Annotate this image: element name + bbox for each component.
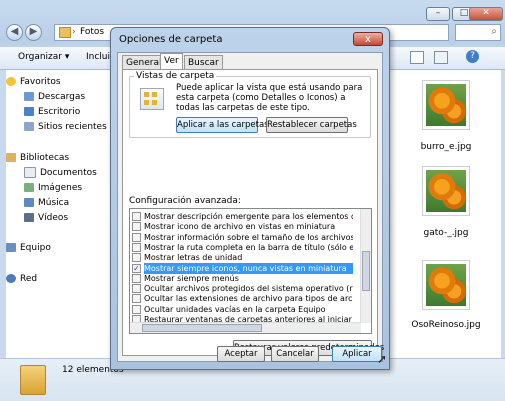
minimize-button[interactable]: –: [426, 7, 450, 21]
folder-views-description: Puede aplicar la vista que está usando p…: [176, 83, 363, 113]
dialog-close-button[interactable]: x: [353, 32, 383, 46]
flower-photo: [426, 264, 466, 306]
star-icon: [6, 77, 16, 86]
option-checkbox[interactable]: [132, 212, 141, 221]
flower-photo: [426, 170, 466, 212]
accept-button[interactable]: Aceptar: [217, 346, 265, 362]
address-separator: ›: [72, 27, 76, 37]
flower-photo: [426, 84, 466, 126]
apply-button[interactable]: Aplicar: [332, 346, 382, 362]
documents-icon: [24, 167, 36, 178]
navigation-pane: Favoritos Descargas Escritorio Sitios re…: [6, 70, 110, 358]
file-name[interactable]: gato-_.jpg: [396, 228, 496, 238]
advanced-settings-list[interactable]: Mostrar descripción emergente para los e…: [129, 208, 372, 334]
grid-cell: [152, 92, 157, 97]
libraries-icon: [6, 153, 16, 162]
scrollbar-thumb[interactable]: [362, 251, 370, 291]
nav-documents[interactable]: Documentos: [24, 167, 97, 180]
nav-images[interactable]: Imágenes: [24, 182, 82, 195]
file-thumbnail[interactable]: [422, 166, 470, 216]
videos-icon: [24, 213, 34, 222]
file-thumbnail[interactable]: [422, 260, 470, 310]
tab-panel-ver: Vistas de carpeta Puede aplicar la vista…: [122, 69, 384, 356]
cancel-button[interactable]: Cancelar: [271, 346, 319, 362]
folder-options-dialog: Opciones de carpeta x General Ver Buscar…: [110, 27, 390, 370]
file-name[interactable]: burro_e.jpg: [396, 142, 496, 152]
search-input[interactable]: ⌕: [455, 24, 501, 41]
nav-desktop[interactable]: Escritorio: [24, 106, 80, 119]
nav-videos[interactable]: Vídeos: [24, 212, 68, 225]
music-icon: [24, 198, 34, 207]
file-list: burro_e.jpg gato-_.jpg OsoReinoso.jpg: [390, 70, 501, 358]
grid-cell: [144, 92, 149, 97]
view-options-icon[interactable]: [410, 51, 424, 64]
dialog-body: General Ver Buscar Vistas de carpeta Pue…: [117, 52, 384, 362]
back-button[interactable]: ◀: [6, 24, 23, 41]
nav-computer[interactable]: Equipo: [6, 242, 51, 255]
preview-pane-icon[interactable]: [434, 51, 448, 64]
nav-favorites[interactable]: Favoritos: [6, 76, 61, 89]
folder-views-group: Vistas de carpeta Puede aplicar la vista…: [129, 71, 371, 138]
apply-to-folders-button[interactable]: Aplicar a las carpetas: [176, 117, 269, 133]
option-checkbox[interactable]: [132, 253, 141, 263]
nav-music[interactable]: Música: [24, 197, 69, 210]
option-checkbox[interactable]: [132, 232, 141, 242]
images-icon: [24, 183, 34, 192]
folder-icon: [59, 27, 71, 38]
nav-downloads[interactable]: Descargas: [24, 91, 85, 104]
file-name[interactable]: OsoReinoso.jpg: [396, 320, 496, 330]
mouse-cursor-icon: ➚: [377, 352, 388, 366]
forward-button[interactable]: ▶: [25, 24, 42, 41]
scrollbar-thumb[interactable]: [142, 324, 262, 332]
folder-icon: [20, 365, 46, 395]
option-checkbox[interactable]: [132, 304, 141, 314]
recent-places-icon: [24, 122, 34, 131]
network-icon: [6, 274, 16, 283]
advanced-settings-label: Configuración avanzada:: [129, 196, 241, 206]
option-checkbox[interactable]: [132, 242, 141, 252]
help-icon[interactable]: ?: [466, 50, 479, 63]
option-checkbox[interactable]: [132, 273, 141, 283]
organize-button[interactable]: Organizar ▾: [18, 52, 69, 62]
computer-icon: [6, 243, 16, 252]
grid-cell: [152, 100, 157, 105]
tab-general[interactable]: General: [122, 55, 166, 69]
tab-buscar[interactable]: Buscar: [184, 55, 223, 69]
nav-libraries[interactable]: Bibliotecas: [6, 152, 69, 165]
folder-views-label: Vistas de carpeta: [134, 71, 217, 81]
option-checkbox[interactable]: ✓: [132, 263, 141, 273]
close-button[interactable]: ✕: [469, 7, 503, 21]
grid-cell: [144, 100, 149, 105]
search-icon: ⌕: [491, 26, 497, 37]
downloads-icon: [24, 92, 34, 101]
option-checkbox[interactable]: [132, 284, 141, 294]
organize-label: Organizar: [18, 52, 62, 62]
folder-view-icon: [140, 88, 164, 110]
nav-recent-places[interactable]: Sitios recientes: [24, 121, 107, 134]
dialog-title: Opciones de carpeta: [119, 34, 223, 45]
option-checkbox[interactable]: [132, 222, 141, 232]
tab-ver[interactable]: Ver: [160, 53, 183, 70]
file-thumbnail[interactable]: [422, 80, 470, 130]
reset-folders-button[interactable]: Restablecer carpetas: [266, 117, 357, 133]
option-checkbox[interactable]: [132, 294, 141, 304]
desktop-icon: [24, 107, 34, 116]
horizontal-scrollbar[interactable]: [130, 322, 361, 333]
address-text: Fotos: [80, 27, 105, 37]
nav-network[interactable]: Red: [6, 273, 37, 286]
vertical-scrollbar[interactable]: [360, 209, 371, 323]
